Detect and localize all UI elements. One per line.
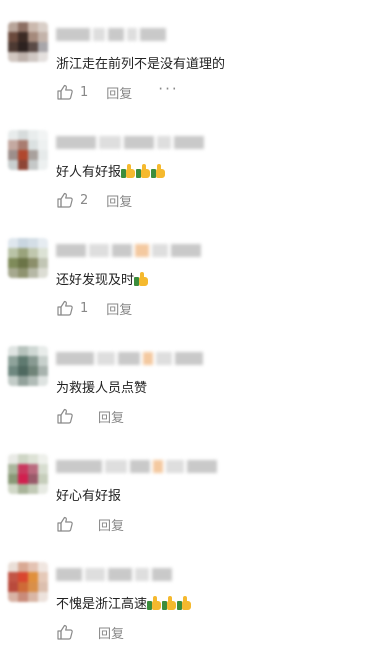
comment-item: 好人有好报 2 回复 xyxy=(0,126,371,226)
thumbs-up-emoji-icon xyxy=(134,272,149,286)
avatar[interactable] xyxy=(8,130,48,170)
comment-actions: 回复 xyxy=(56,622,124,642)
reply-button[interactable]: 回复 xyxy=(106,191,132,210)
avatar[interactable] xyxy=(8,346,48,386)
username-blurred[interactable] xyxy=(56,28,166,42)
thumbs-up-emoji-icon xyxy=(121,164,136,178)
comment-actions: 1 回复 xyxy=(56,298,132,318)
like-count: 1 xyxy=(80,300,89,316)
reply-button[interactable]: 回复 xyxy=(98,407,124,426)
comment-text: 为救援人员点赞 xyxy=(56,380,147,398)
comment-item: 不愧是浙江高速 回复 xyxy=(0,558,371,658)
comment-actions: 回复 xyxy=(56,406,124,426)
username-blurred[interactable] xyxy=(56,352,203,366)
reply-button[interactable]: 回复 xyxy=(106,299,132,318)
thumbs-up-outline-icon xyxy=(57,624,73,640)
comment-text-content: 不愧是浙江高速 xyxy=(56,597,148,612)
avatar[interactable] xyxy=(8,238,48,278)
comment-text: 还好发现及时 xyxy=(56,272,149,290)
comment-item: 浙江走在前列不是没有道理的 1 回复 ··· xyxy=(0,18,371,118)
reply-button[interactable]: 回复 xyxy=(106,83,132,102)
thumbs-up-emoji-icon xyxy=(147,596,162,610)
thumbs-up-outline-icon xyxy=(57,192,73,208)
username-blurred[interactable] xyxy=(56,460,217,474)
thumbs-up-outline-icon xyxy=(57,408,73,424)
thumbs-up-emoji-icon xyxy=(136,164,151,178)
thumbs-up-emoji-icon xyxy=(162,596,177,610)
thumbs-up-outline-icon xyxy=(57,300,73,316)
like-button[interactable]: 2 xyxy=(56,191,88,209)
reply-button[interactable]: 回复 xyxy=(98,515,124,534)
comment-text: 不愧是浙江高速 xyxy=(56,596,192,614)
comment-text-content: 浙江走在前列不是没有道理的 xyxy=(56,57,226,72)
comment-list: 浙江走在前列不是没有道理的 1 回复 ··· 好人有好报 2 回复 还好发现及时… xyxy=(0,0,371,653)
comment-actions: 2 回复 xyxy=(56,190,132,210)
comment-item: 好心有好报 回复 xyxy=(0,450,371,550)
thumbs-up-emoji-icon xyxy=(177,596,192,610)
avatar[interactable] xyxy=(8,562,48,602)
comment-text: 好人有好报 xyxy=(56,164,166,182)
comment-text-content: 还好发现及时 xyxy=(56,273,135,288)
avatar[interactable] xyxy=(8,454,48,494)
reply-button[interactable]: 回复 xyxy=(98,623,124,642)
like-button[interactable]: 1 xyxy=(56,83,88,101)
like-button[interactable] xyxy=(56,407,74,425)
like-count: 1 xyxy=(80,84,89,100)
thumbs-up-outline-icon xyxy=(57,516,73,532)
like-button[interactable]: 1 xyxy=(56,299,88,317)
comment-actions: 回复 xyxy=(56,514,124,534)
like-button[interactable] xyxy=(56,623,74,641)
comment-item: 为救援人员点赞 回复 xyxy=(0,342,371,442)
comment-text-content: 为救援人员点赞 xyxy=(56,381,148,396)
comment-text: 好心有好报 xyxy=(56,488,121,506)
like-button[interactable] xyxy=(56,515,74,533)
comment-text-content: 好心有好报 xyxy=(56,489,122,504)
thumbs-up-outline-icon xyxy=(57,84,73,100)
avatar[interactable] xyxy=(8,22,48,62)
thumbs-up-emoji-icon xyxy=(151,164,166,178)
username-blurred[interactable] xyxy=(56,568,172,582)
comment-actions: 1 回复 ··· xyxy=(56,82,179,102)
like-count: 2 xyxy=(80,192,89,208)
comment-item: 还好发现及时 1 回复 xyxy=(0,234,371,334)
more-options-icon[interactable]: ··· xyxy=(158,82,178,97)
username-blurred[interactable] xyxy=(56,244,201,258)
comment-text: 浙江走在前列不是没有道理的 xyxy=(56,56,225,74)
comment-text-content: 好人有好报 xyxy=(56,165,122,180)
username-blurred[interactable] xyxy=(56,136,204,150)
